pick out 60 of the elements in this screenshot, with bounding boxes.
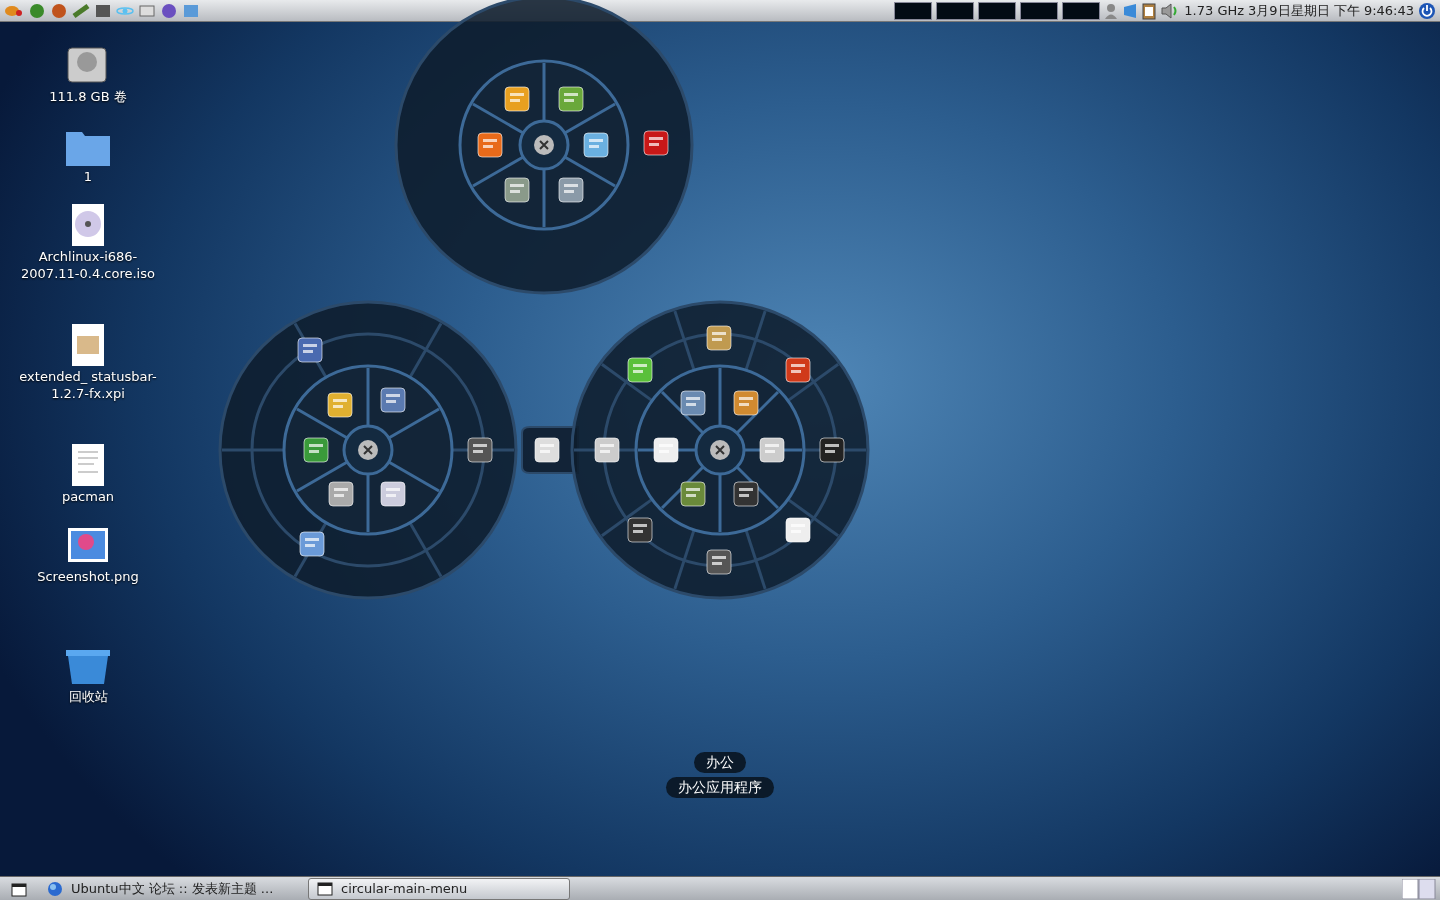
system-monitor-graph xyxy=(894,1,933,20)
taskbar-button[interactable]: Ubuntu中文 论坛 :: 发表新主题 ... xyxy=(38,877,304,900)
app-icon[interactable] xyxy=(296,336,324,364)
app-icon[interactable] xyxy=(679,389,707,417)
tooltip-description: 办公应用程序 xyxy=(666,777,774,798)
cpu-frequency-text: 1.73 GHz xyxy=(1184,1,1245,20)
system-monitor-graph xyxy=(1020,1,1059,20)
app-icon[interactable] xyxy=(705,324,733,352)
desktop-icon-label[interactable]: 回收站 xyxy=(68,688,108,705)
workspace-switcher[interactable] xyxy=(1402,878,1436,899)
close-icon[interactable] xyxy=(533,134,555,156)
desktop-icon-label[interactable]: 1 xyxy=(83,168,93,185)
app-icon[interactable] xyxy=(732,480,760,508)
app-icon[interactable] xyxy=(379,480,407,508)
menu-logo-icon[interactable] xyxy=(4,3,24,18)
globe-icon xyxy=(47,880,63,897)
system-monitor-graph xyxy=(1062,1,1101,20)
clock-text[interactable]: 3月9日星期日 下午 9:46:43 xyxy=(1248,0,1414,21)
app-icon[interactable] xyxy=(503,176,531,204)
app-icon[interactable] xyxy=(298,530,326,558)
desktop-icon-label[interactable]: 111.8 GB 卷 xyxy=(49,88,127,105)
taskbar-button[interactable]: circular-main-menu xyxy=(308,877,570,900)
app-icon[interactable] xyxy=(784,516,812,544)
close-icon[interactable] xyxy=(709,439,731,461)
app-icon[interactable] xyxy=(533,436,561,464)
app-icon[interactable] xyxy=(379,386,407,414)
app-icon[interactable] xyxy=(503,85,531,113)
app-icon[interactable] xyxy=(679,480,707,508)
power-icon[interactable] xyxy=(1418,1,1436,20)
app-icon[interactable] xyxy=(466,436,494,464)
clipboard-icon[interactable] xyxy=(1142,1,1157,20)
app-icon[interactable] xyxy=(557,176,585,204)
system-monitor-graph xyxy=(978,1,1017,20)
app-icon[interactable] xyxy=(642,129,670,157)
app-icon[interactable] xyxy=(326,391,354,419)
app-icon[interactable] xyxy=(476,131,504,159)
window-icon xyxy=(317,880,333,897)
app-icon[interactable] xyxy=(593,436,621,464)
system-monitor-graph xyxy=(936,1,975,20)
app-icon[interactable] xyxy=(758,436,786,464)
app-icon[interactable] xyxy=(652,436,680,464)
close-icon[interactable] xyxy=(357,439,379,461)
desktop-icon-label[interactable]: Archlinux-i686-2007.11-0.4.core.iso xyxy=(18,248,158,282)
app-icon[interactable] xyxy=(705,548,733,576)
app-icon[interactable] xyxy=(626,356,654,384)
desktop-icon-label[interactable]: Screenshot.png xyxy=(37,568,139,585)
app-icon[interactable] xyxy=(732,389,760,417)
app-icon[interactable] xyxy=(327,480,355,508)
app-icon[interactable] xyxy=(626,516,654,544)
user-icon[interactable] xyxy=(1104,1,1119,20)
tooltip-title: 办公 xyxy=(694,752,746,773)
app-icon[interactable] xyxy=(784,356,812,384)
app-icon[interactable] xyxy=(557,85,585,113)
app-icon[interactable] xyxy=(818,436,846,464)
desktop-icon-label[interactable]: pacman xyxy=(61,488,115,505)
desktop-icon-label[interactable]: extended_ statusbar-1.2.7-fx.xpi xyxy=(18,368,158,402)
network-icon[interactable] xyxy=(1122,2,1139,19)
app-icon[interactable] xyxy=(302,436,330,464)
app-icon[interactable] xyxy=(582,131,610,159)
window-icon xyxy=(11,883,27,897)
